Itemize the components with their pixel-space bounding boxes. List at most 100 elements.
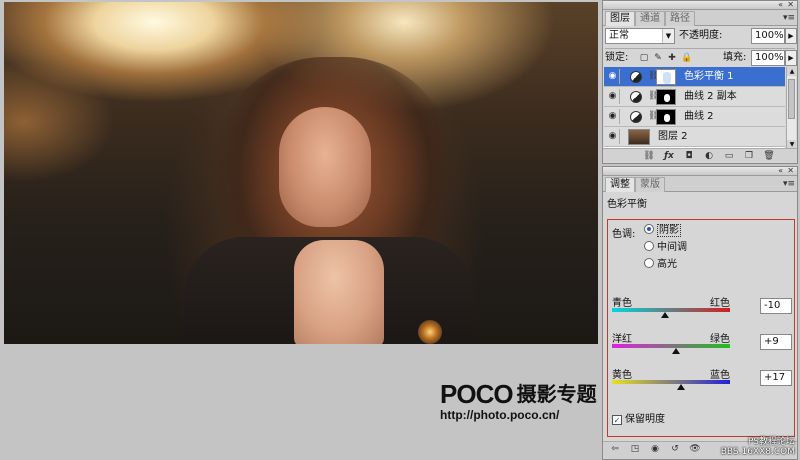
fill-input[interactable]: 100% [751, 50, 785, 66]
radio-dot [644, 241, 654, 251]
scroll-thumb[interactable] [788, 79, 795, 119]
layer-style-icon[interactable]: ƒx [663, 150, 675, 162]
slider-value-input[interactable]: +17 [760, 370, 792, 386]
slider-track[interactable] [612, 344, 730, 348]
layer-row-photo[interactable]: ◉ 图层 2 [604, 127, 785, 147]
radio-label: 中间调 [657, 242, 687, 253]
radio-highlights[interactable]: 高光 [644, 258, 677, 272]
back-icon[interactable]: ⇦ [609, 443, 621, 455]
link-layers-icon[interactable]: ⛓ [643, 150, 655, 162]
new-group-icon[interactable]: ▭ [723, 150, 735, 162]
slider-right-label: 红色 [710, 298, 730, 309]
forum-watermark-line2: BBS.16XX8.COM [720, 447, 795, 457]
radio-label: 阴影 [657, 224, 681, 237]
panel-menu-icon[interactable]: ▾≡ [783, 179, 795, 189]
clip-layer-icon[interactable]: ◳ [629, 443, 641, 455]
slider-knob[interactable] [677, 384, 686, 390]
blend-mode-value: 正常 [609, 30, 629, 41]
layer-row-curves[interactable]: ◉ ⛓ 曲线 2 [604, 107, 785, 127]
layer-name: 曲线 2 副本 [684, 91, 737, 102]
radio-dot [644, 224, 654, 234]
close-icon[interactable]: ✕ [787, 166, 794, 175]
layer-name: 色彩平衡 1 [684, 71, 734, 82]
chevron-down-icon: ▼ [662, 29, 674, 43]
layer-list: ◉ ⛓ 色彩平衡 1 ◉ ⛓ 曲线 2 副本 ◉ ⛓ 曲线 2 ◉ 图层 2 [604, 67, 785, 149]
close-icon[interactable]: ✕ [787, 0, 794, 9]
eye-icon[interactable]: ◉ [606, 89, 620, 104]
lock-all-icon[interactable]: 🔒 [681, 53, 692, 63]
lock-brush-icon[interactable]: ✎ [653, 53, 663, 63]
lock-move-icon[interactable]: ✚ [667, 53, 677, 63]
slider-right-label: 蓝色 [710, 370, 730, 381]
eye-icon[interactable]: ◉ [606, 69, 620, 84]
tone-label: 色调: [612, 229, 636, 240]
blend-mode-select[interactable]: 正常 ▼ [605, 28, 675, 44]
adjustments-panel: « ✕ 调整 蒙版 ▾≡ 色彩平衡 色调: 阴影 中间调 高光 青色 红色 -1… [602, 166, 798, 460]
layers-panel: « ✕ 图层 通道 路径 ▾≡ 正常 ▼ 不透明度: 100% ▶ 锁定: ▢ … [602, 0, 798, 164]
slider-track[interactable] [612, 380, 730, 384]
eye-icon[interactable]: ◉ [606, 109, 620, 124]
radio-midtones[interactable]: 中间调 [644, 241, 687, 255]
collapse-icon[interactable]: « [778, 0, 783, 9]
color-balance-settings: 色调: 阴影 中间调 高光 青色 红色 -10 洋红 绿色 +9 黄色 蓝色 +… [607, 219, 795, 437]
eye-icon[interactable]: ◉ [606, 129, 620, 144]
adjustment-layer-icon [630, 111, 642, 123]
slider-left-label: 黄色 [612, 370, 632, 381]
forum-watermark: PS教程论坛 BBS.16XX8.COM [721, 437, 795, 457]
tab-paths[interactable]: 路径 [665, 11, 695, 26]
layer-mask-thumbnail[interactable] [656, 69, 676, 85]
blend-row: 正常 ▼ 不透明度: 100% ▶ [605, 27, 797, 47]
photo-lens-flare [418, 320, 442, 344]
adjustment-title: 色彩平衡 [607, 199, 647, 210]
panel-top-bar[interactable]: « ✕ [603, 166, 797, 176]
fill-label: 填充: [723, 52, 747, 63]
panel-top-bar[interactable]: « ✕ [603, 0, 797, 10]
adjustment-layer-icon [630, 71, 642, 83]
forum-watermark-line1: PS教程论坛 [747, 437, 795, 447]
opacity-input[interactable]: 100% [751, 28, 785, 44]
photo-hands [294, 240, 384, 344]
previous-state-icon[interactable]: ↺ [669, 443, 681, 455]
slider-left-label: 青色 [612, 298, 632, 309]
slider-value-input[interactable]: +9 [760, 334, 792, 350]
slider-yellow-blue: 黄色 蓝色 +17 [612, 366, 792, 396]
layer-row-color-balance[interactable]: ◉ ⛓ 色彩平衡 1 [604, 67, 785, 87]
photoshop-workspace: POCO 摄影专题 http://photo.poco.cn/ « ✕ 图层 通道… [0, 0, 800, 460]
preserve-luminosity-checkbox[interactable]: ✓ 保留明度 [612, 410, 665, 425]
slider-track[interactable] [612, 308, 730, 312]
canvas-photo[interactable] [4, 2, 598, 344]
tab-channels[interactable]: 通道 [635, 11, 665, 26]
visibility-icon[interactable]: ◉ [649, 443, 661, 455]
trash-icon[interactable]: 🗑 [763, 150, 775, 162]
slider-knob[interactable] [672, 348, 681, 354]
layers-tabbar: 图层 通道 路径 ▾≡ [603, 10, 797, 26]
layer-mask-thumbnail[interactable] [656, 109, 676, 125]
scroll-up-icon[interactable]: ▲ [787, 67, 797, 76]
layer-row-curves-copy[interactable]: ◉ ⛓ 曲线 2 副本 [604, 87, 785, 107]
new-adjustment-icon[interactable]: ◐ [703, 150, 715, 162]
layer-mask-thumbnail[interactable] [656, 89, 676, 105]
new-layer-icon[interactable]: ❐ [743, 150, 755, 162]
radio-label: 高光 [657, 259, 677, 270]
slider-value-input[interactable]: -10 [760, 298, 792, 314]
watermark-url: http://photo.poco.cn/ [440, 408, 560, 422]
slider-knob[interactable] [661, 312, 670, 318]
lock-transparency-icon[interactable]: ▢ [639, 53, 649, 63]
opacity-arrow-icon[interactable]: ▶ [785, 28, 797, 44]
layers-scrollbar[interactable]: ▲ ▼ [786, 67, 797, 149]
tab-layers[interactable]: 图层 [605, 11, 635, 26]
panel-menu-icon[interactable]: ▾≡ [783, 13, 795, 23]
watermark-brand: POCO [440, 379, 514, 409]
radio-dot [644, 258, 654, 268]
tab-adjustments[interactable]: 调整 [605, 177, 635, 192]
fill-arrow-icon[interactable]: ▶ [785, 50, 797, 66]
adjustment-layer-icon [630, 91, 642, 103]
radio-shadows[interactable]: 阴影 [644, 224, 681, 238]
slider-left-label: 洋红 [612, 334, 632, 345]
layer-thumbnail[interactable] [628, 129, 650, 145]
opacity-label: 不透明度: [679, 30, 723, 41]
add-mask-icon[interactable]: ◘ [683, 150, 695, 162]
eye-icon[interactable]: 👁 [689, 443, 701, 455]
collapse-icon[interactable]: « [778, 166, 783, 175]
tab-masks[interactable]: 蒙版 [635, 177, 665, 192]
